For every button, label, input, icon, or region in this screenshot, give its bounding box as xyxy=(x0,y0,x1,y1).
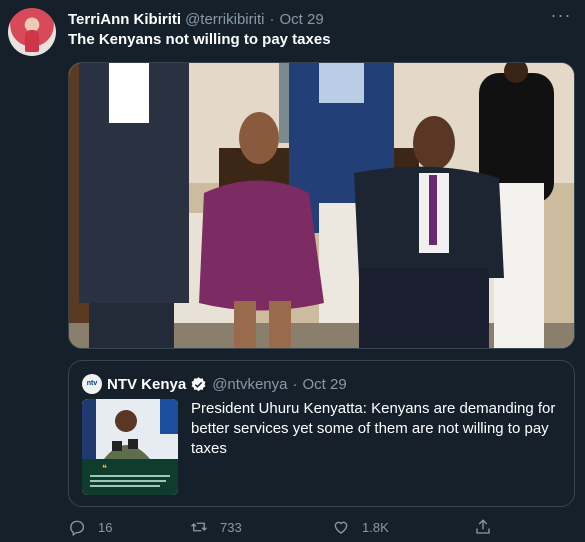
reply-button[interactable]: 16 xyxy=(68,516,112,538)
avatar[interactable] xyxy=(8,8,56,56)
quoted-header: NTV Kenya @ntvkenya · Oct 29 xyxy=(107,374,347,394)
separator-dot: · xyxy=(292,375,298,393)
tweet-header: TerriAnn Kibiriti @terrikibiriti · Oct 2… xyxy=(68,9,324,29)
family-portrait-image xyxy=(69,63,574,348)
quoted-date[interactable]: Oct 29 xyxy=(302,376,346,393)
reply-count: 16 xyxy=(98,519,113,535)
svg-text:❝: ❝ xyxy=(102,464,107,474)
share-button[interactable] xyxy=(474,516,492,538)
ntv-logo[interactable]: ntv xyxy=(82,374,102,394)
verified-badge-icon xyxy=(191,376,206,391)
user-handle[interactable]: @terrikibiriti xyxy=(185,11,264,28)
like-count: 1.8K xyxy=(362,519,389,535)
more-horizontal-icon[interactable]: ··· xyxy=(549,6,573,30)
quoted-thumbnail[interactable]: ❝ xyxy=(82,399,178,495)
share-icon xyxy=(476,519,490,534)
quoted-text: President Uhuru Kenyatta: Kenyans are de… xyxy=(191,400,556,457)
heart-icon xyxy=(334,521,348,534)
retweet-icon xyxy=(191,522,207,532)
separator-dot: · xyxy=(269,10,275,28)
quoted-handle[interactable]: @ntvkenya xyxy=(212,376,287,393)
tweet-actions: 16 733 1.8K xyxy=(68,516,508,540)
display-name[interactable]: TerriAnn Kibiriti xyxy=(68,11,181,28)
quoted-display-name[interactable]: NTV Kenya xyxy=(107,376,186,393)
retweet-count: 733 xyxy=(220,519,242,535)
tweet[interactable]: TerriAnn Kibiriti @terrikibiriti · Oct 2… xyxy=(0,0,585,542)
like-button[interactable]: 1.8K xyxy=(332,516,389,538)
tweet-text: The Kenyans not willing to pay taxes xyxy=(68,31,331,48)
quoted-tweet[interactable]: ntv NTV Kenya @ntvkenya · Oct 29 ❝ Presi… xyxy=(68,360,575,507)
retweet-button[interactable]: 733 xyxy=(190,516,242,538)
tweet-date[interactable]: Oct 29 xyxy=(279,11,323,28)
reply-icon xyxy=(70,520,85,536)
tweet-photo[interactable] xyxy=(68,62,575,349)
thumbnail-image: ❝ xyxy=(82,399,178,495)
